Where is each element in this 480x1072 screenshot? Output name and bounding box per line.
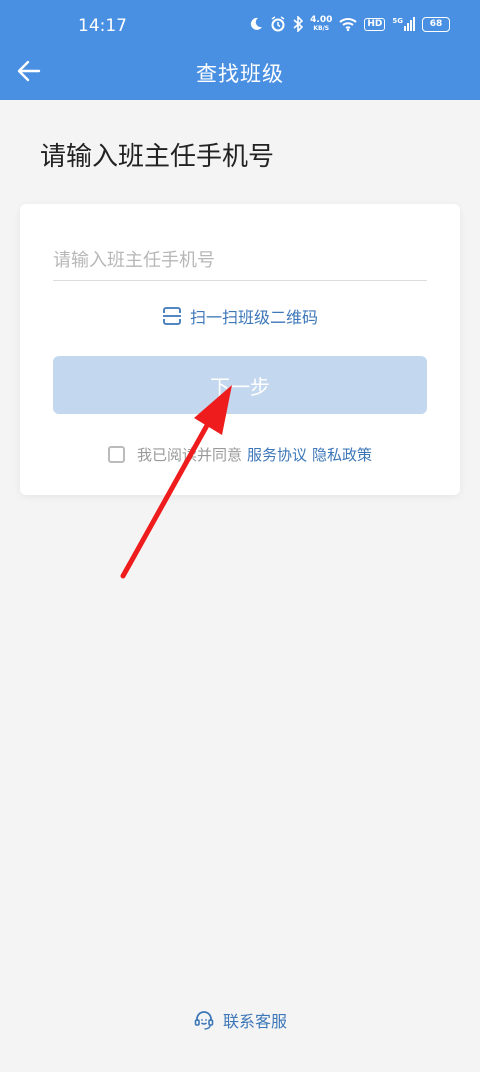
page-title: 查找班级 [196, 62, 284, 86]
status-time: 14:17 [78, 16, 127, 36]
net-speed: 4.00 KB/S [310, 15, 333, 33]
search-card: 扫一扫班级二维码 下一步 我已阅读并同意 服务协议 隐私政策 [20, 204, 460, 495]
agree-checkbox[interactable] [107, 446, 125, 463]
agreement-text: 我已阅读并同意 [136, 446, 242, 464]
app-header: 14:17 4.00 KB/S HD 5G 68 查找班级 [0, 0, 480, 100]
next-button[interactable]: 下一步 [53, 356, 427, 414]
alarm-icon [271, 16, 285, 32]
phone-input[interactable] [53, 240, 427, 281]
wifi-icon [339, 18, 358, 31]
contact-support-label: 联系客服 [222, 1012, 287, 1031]
privacy-policy-link[interactable]: 隐私政策 [312, 444, 372, 465]
battery-icon: 68 [422, 16, 450, 32]
hd-badge: HD [364, 17, 386, 31]
moon-icon [251, 17, 263, 30]
status-bar: 14:17 4.00 KB/S HD 5G 68 [0, 0, 480, 52]
section-heading: 请输入班主任手机号 [40, 142, 275, 172]
scan-qr-label: 扫一扫班级二维码 [189, 308, 318, 327]
agreement-row: 我已阅读并同意 服务协议 隐私政策 [20, 444, 460, 465]
signal-icon: 5G [392, 17, 415, 31]
service-agreement-link[interactable]: 服务协议 [247, 444, 307, 465]
contact-support-link[interactable]: 联系客服 [0, 1008, 480, 1032]
bluetooth-icon [293, 16, 304, 32]
scan-qr-link[interactable]: 扫一扫班级二维码 [20, 304, 460, 328]
scan-icon [162, 307, 181, 325]
headset-icon [194, 1011, 214, 1030]
